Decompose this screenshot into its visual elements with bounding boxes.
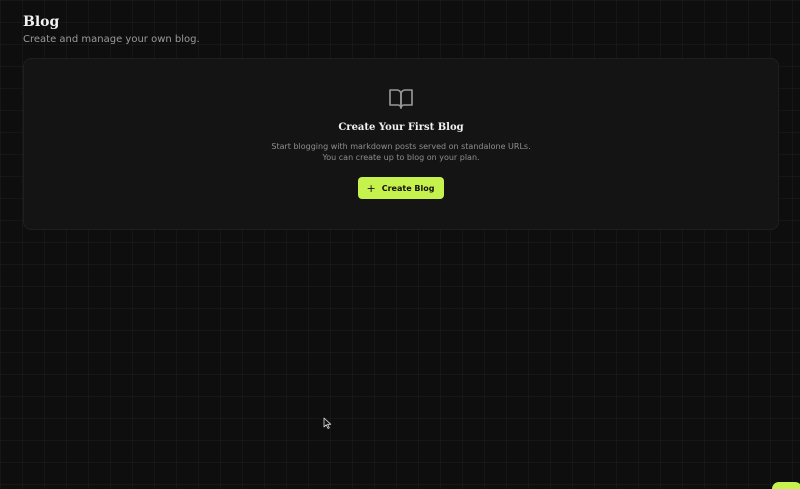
create-blog-button[interactable]: + Create Blog	[357, 177, 445, 199]
plus-icon: +	[366, 181, 376, 195]
page-title: Blog	[23, 14, 60, 30]
create-blog-button-label: Create Blog	[381, 183, 435, 193]
empty-state-title: Create Your First Blog	[338, 122, 464, 133]
page-subtitle: Create and manage your own blog.	[23, 34, 200, 45]
page-header: Blog Create and manage your own blog.	[23, 14, 200, 46]
chat-launcher-icon[interactable]	[772, 482, 800, 489]
empty-state-card: Create Your First Blog Start blogging wi…	[23, 58, 779, 230]
book-open-icon	[389, 89, 413, 109]
empty-state-description: Start blogging with markdown posts serve…	[271, 142, 531, 162]
mouse-cursor-icon	[323, 417, 332, 429]
